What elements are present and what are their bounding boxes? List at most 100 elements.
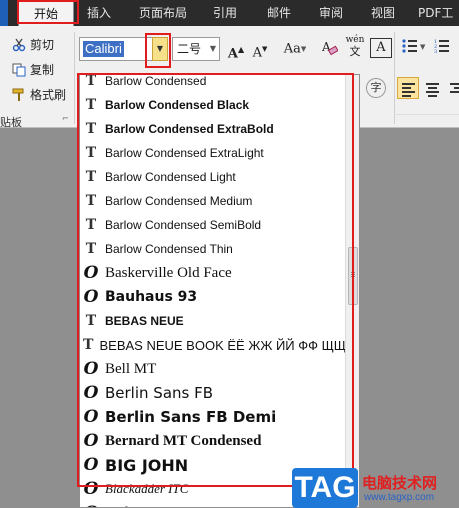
- font-list-item-label: Berlin Sans FB: [105, 384, 214, 402]
- font-list-item-label: Barlow Condensed Light: [105, 170, 236, 184]
- align-right-icon: [450, 83, 459, 95]
- tab-pdf-tools[interactable]: PDF工具: [418, 0, 459, 26]
- copy-label: 复制: [30, 63, 55, 77]
- font-list-item-label: Bell MT: [105, 360, 157, 377]
- clear-format-icon: A: [321, 40, 339, 56]
- opentype-font-icon: O: [83, 263, 99, 283]
- dialog-launcher-icon[interactable]: ⌐: [62, 114, 69, 123]
- font-list-item[interactable]: T Barlow Condensed ExtraLight: [80, 141, 346, 165]
- font-list-item[interactable]: T BEBAS NEUE BOOK ЁЁ ЖЖ ЙЙ ФФ ЩЩ: [80, 333, 346, 357]
- tab-references[interactable]: 引用: [206, 0, 244, 26]
- scrollbar-thumb[interactable]: [348, 247, 358, 305]
- copy-button[interactable]: 复制: [12, 61, 54, 78]
- truetype-font-icon: T: [85, 217, 97, 233]
- tab-page-layout[interactable]: 页面布局: [132, 0, 194, 26]
- font-list-item-label: Bauhaus 93: [105, 289, 198, 305]
- font-name-input[interactable]: Calibri: [83, 41, 124, 57]
- file-tab-edge[interactable]: [0, 0, 8, 26]
- font-list-item[interactable]: T Barlow Condensed Light: [80, 165, 346, 189]
- group-separator: [394, 32, 395, 124]
- align-right-button[interactable]: [445, 77, 459, 99]
- enclose-character-button[interactable]: 字: [366, 78, 386, 98]
- font-list-item[interactable]: T Barlow Condensed SemiBold: [80, 213, 346, 237]
- shrink-font-button[interactable]: A▼: [250, 38, 270, 60]
- font-list-item[interactable]: T Barlow Condensed: [80, 74, 346, 93]
- font-list-item-label: Barlow Condensed Medium: [105, 194, 253, 208]
- bullets-icon: ▼: [402, 39, 426, 53]
- opentype-font-icon: O: [83, 479, 99, 499]
- change-case-button[interactable]: Aa▼: [280, 38, 310, 60]
- cut-button[interactable]: 剪切: [12, 36, 54, 53]
- tab-view[interactable]: 视图: [364, 0, 402, 26]
- clear-formatting-button[interactable]: A: [318, 38, 340, 60]
- chevron-down-icon: ▼: [156, 44, 164, 53]
- font-list-item-label: Baskerville Old Face: [105, 264, 232, 281]
- opentype-font-icon: O: [83, 359, 99, 379]
- truetype-font-icon: T: [85, 241, 97, 257]
- numbering-button[interactable]: 123: [434, 38, 459, 60]
- font-size-box[interactable]: 二号 ▼: [172, 37, 220, 61]
- enclose-icon: 字: [370, 81, 382, 94]
- font-list-item[interactable]: T Barlow Condensed ExtraBold: [80, 117, 346, 141]
- tab-home[interactable]: 开始: [18, 0, 74, 26]
- align-center-button[interactable]: [421, 77, 443, 99]
- copy-icon: [12, 63, 26, 77]
- watermark-url: www.tagxp.com: [364, 492, 435, 503]
- align-left-button[interactable]: [397, 77, 419, 99]
- font-list-item[interactable]: O Bernard MT Condensed: [80, 429, 346, 453]
- numbering-icon: 123: [434, 39, 449, 55]
- font-list-item-label: Barlow Condensed ExtraBold: [105, 122, 274, 136]
- font-dropdown-button[interactable]: ▼: [152, 37, 168, 61]
- scissors-icon: [12, 38, 26, 52]
- tab-insert[interactable]: 插入: [80, 0, 118, 26]
- document-area-left: [0, 128, 79, 508]
- truetype-font-icon: T: [85, 193, 97, 209]
- ribbon-tab-bar: 开始 插入 页面布局 引用 邮件 审阅 视图 PDF工具: [0, 0, 459, 26]
- font-size-value: 二号: [177, 42, 202, 56]
- tab-review[interactable]: 审阅: [312, 0, 350, 26]
- font-list-item[interactable]: T Barlow Condensed Black: [80, 93, 346, 117]
- font-list-item[interactable]: T Barlow Condensed Thin: [80, 237, 346, 261]
- font-list-item-label: Barlow Condensed ExtraLight: [105, 146, 264, 160]
- opentype-font-icon: O: [80, 503, 102, 507]
- font-list-item-label: Barlow Condensed Thin: [105, 242, 233, 256]
- font-list-item-label: Barlow Condensed Black: [105, 98, 250, 112]
- font-list-item[interactable]: O Berlin Sans FB: [80, 381, 346, 405]
- align-center-icon: [426, 83, 439, 99]
- font-list-item[interactable]: O Bauhaus 93: [80, 285, 346, 309]
- truetype-font-icon: T: [83, 337, 94, 353]
- font-list-item-label: Bernard MT Condensed: [105, 432, 262, 449]
- font-list-item[interactable]: T BEBAS NEUE: [80, 309, 346, 333]
- grow-font-button[interactable]: A▲: [226, 38, 246, 61]
- font-list-item[interactable]: O Berlin Sans FB Demi: [80, 405, 346, 429]
- svg-text:▼: ▼: [420, 43, 426, 51]
- format-painter-label: 格式刷: [30, 88, 67, 102]
- opentype-font-icon: O: [83, 431, 99, 451]
- font-list-item-label: Barlow Condensed: [105, 74, 207, 88]
- font-list-item[interactable]: T Barlow Condensed Medium: [80, 189, 346, 213]
- opentype-font-icon: O: [83, 407, 99, 427]
- font-list-item-label: BIG JOHN: [105, 455, 189, 475]
- font-list-item[interactable]: O Bell MT: [80, 357, 346, 381]
- chevron-down-icon: ▼: [209, 44, 216, 53]
- svg-text:3: 3: [434, 49, 437, 54]
- paragraph-group-footer: [396, 114, 459, 126]
- font-dropdown-list[interactable]: OBodoni MTOBlackadder ITCOBIG JOHNOBerna…: [79, 74, 360, 508]
- bullets-button[interactable]: ▼: [400, 38, 430, 60]
- font-list-scrollbar[interactable]: [345, 75, 359, 507]
- format-painter-button[interactable]: 格式刷: [12, 86, 66, 103]
- truetype-font-icon: T: [85, 313, 97, 329]
- document-area-right: [360, 128, 459, 508]
- phonetic-icon: wén: [345, 35, 365, 45]
- font-list-item-label: BEBAS NEUE BOOK ЁЁ ЖЖ ЙЙ ФФ ЩЩ: [99, 337, 346, 353]
- character-border-button[interactable]: A: [370, 38, 392, 58]
- truetype-font-icon: T: [85, 169, 97, 185]
- tab-mailings[interactable]: 邮件: [260, 0, 298, 26]
- group-separator: [74, 32, 75, 124]
- font-list-item[interactable]: O Baskerville Old Face: [80, 261, 346, 285]
- font-list-item-label: Blackadder ITC: [105, 481, 189, 496]
- truetype-font-icon: T: [85, 121, 97, 137]
- font-list-item-label: Berlin Sans FB Demi: [105, 408, 277, 426]
- phonetic-guide-button[interactable]: wén 文: [344, 35, 366, 59]
- opentype-font-icon: O: [83, 287, 99, 307]
